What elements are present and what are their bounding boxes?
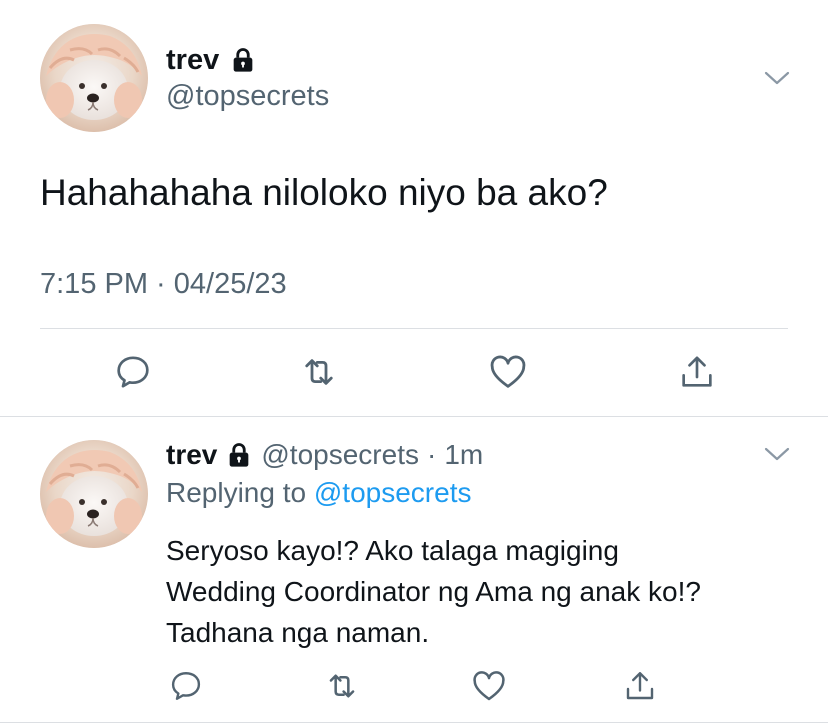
share-icon [682,356,712,387]
lock-icon [229,46,257,74]
author-handle[interactable]: @topsecrets [166,80,329,113]
divider [40,328,788,329]
avatar[interactable] [40,440,148,548]
like-icon [473,671,505,701]
retweet-button[interactable] [297,350,341,394]
reply-icon [171,672,201,700]
reply-text-line: Wedding Coordinator ng Ama ng anak ko!? [166,576,701,607]
like-icon [490,355,526,388]
relative-time[interactable]: 1m [444,439,483,471]
chevron-down-icon[interactable] [764,70,790,86]
reply-text-line: Seryoso kayo!? Ako talaga magiging [166,535,619,566]
reply-button[interactable] [111,350,155,394]
author-display-name[interactable]: trev [166,439,217,471]
separator-dot: · [426,439,437,470]
replying-to-label: Replying to [166,477,307,508]
reply-author-row: trev @topsecrets · 1m [166,436,483,474]
reply-text-line: Tadhana nga naman. [166,617,430,648]
share-button[interactable] [675,350,719,394]
retweet-icon [329,674,355,698]
tweet-text: Hahahahaha nilolo​ko niyo ba ako? [40,172,608,213]
lock-icon [225,441,253,469]
reply-text: Seryoso kayo!? Ako talaga magiging Weddi… [166,530,806,653]
like-button[interactable] [469,666,509,706]
main-tweet: trev @topsecrets Hahahahaha nilolo​ko ni… [0,0,828,416]
share-button[interactable] [620,666,660,706]
share-icon [626,672,654,700]
retweet-button[interactable] [322,666,362,706]
tweet-timestamp[interactable]: 7:15 PM · 04/25/23 [40,268,287,301]
reply-icon [117,356,149,388]
replying-to: Replying to @topsecrets [166,477,471,509]
retweet-icon [305,359,333,385]
author-handle[interactable]: @topsecrets [261,439,419,471]
divider [0,416,828,417]
author-row: trev [166,42,257,78]
reply-button[interactable] [166,666,206,706]
replying-to-link[interactable]: @topsecrets [314,477,472,508]
like-button[interactable] [486,350,530,394]
author-display-name[interactable]: trev [166,44,219,77]
chevron-down-icon[interactable] [764,446,790,462]
avatar[interactable] [40,24,148,132]
